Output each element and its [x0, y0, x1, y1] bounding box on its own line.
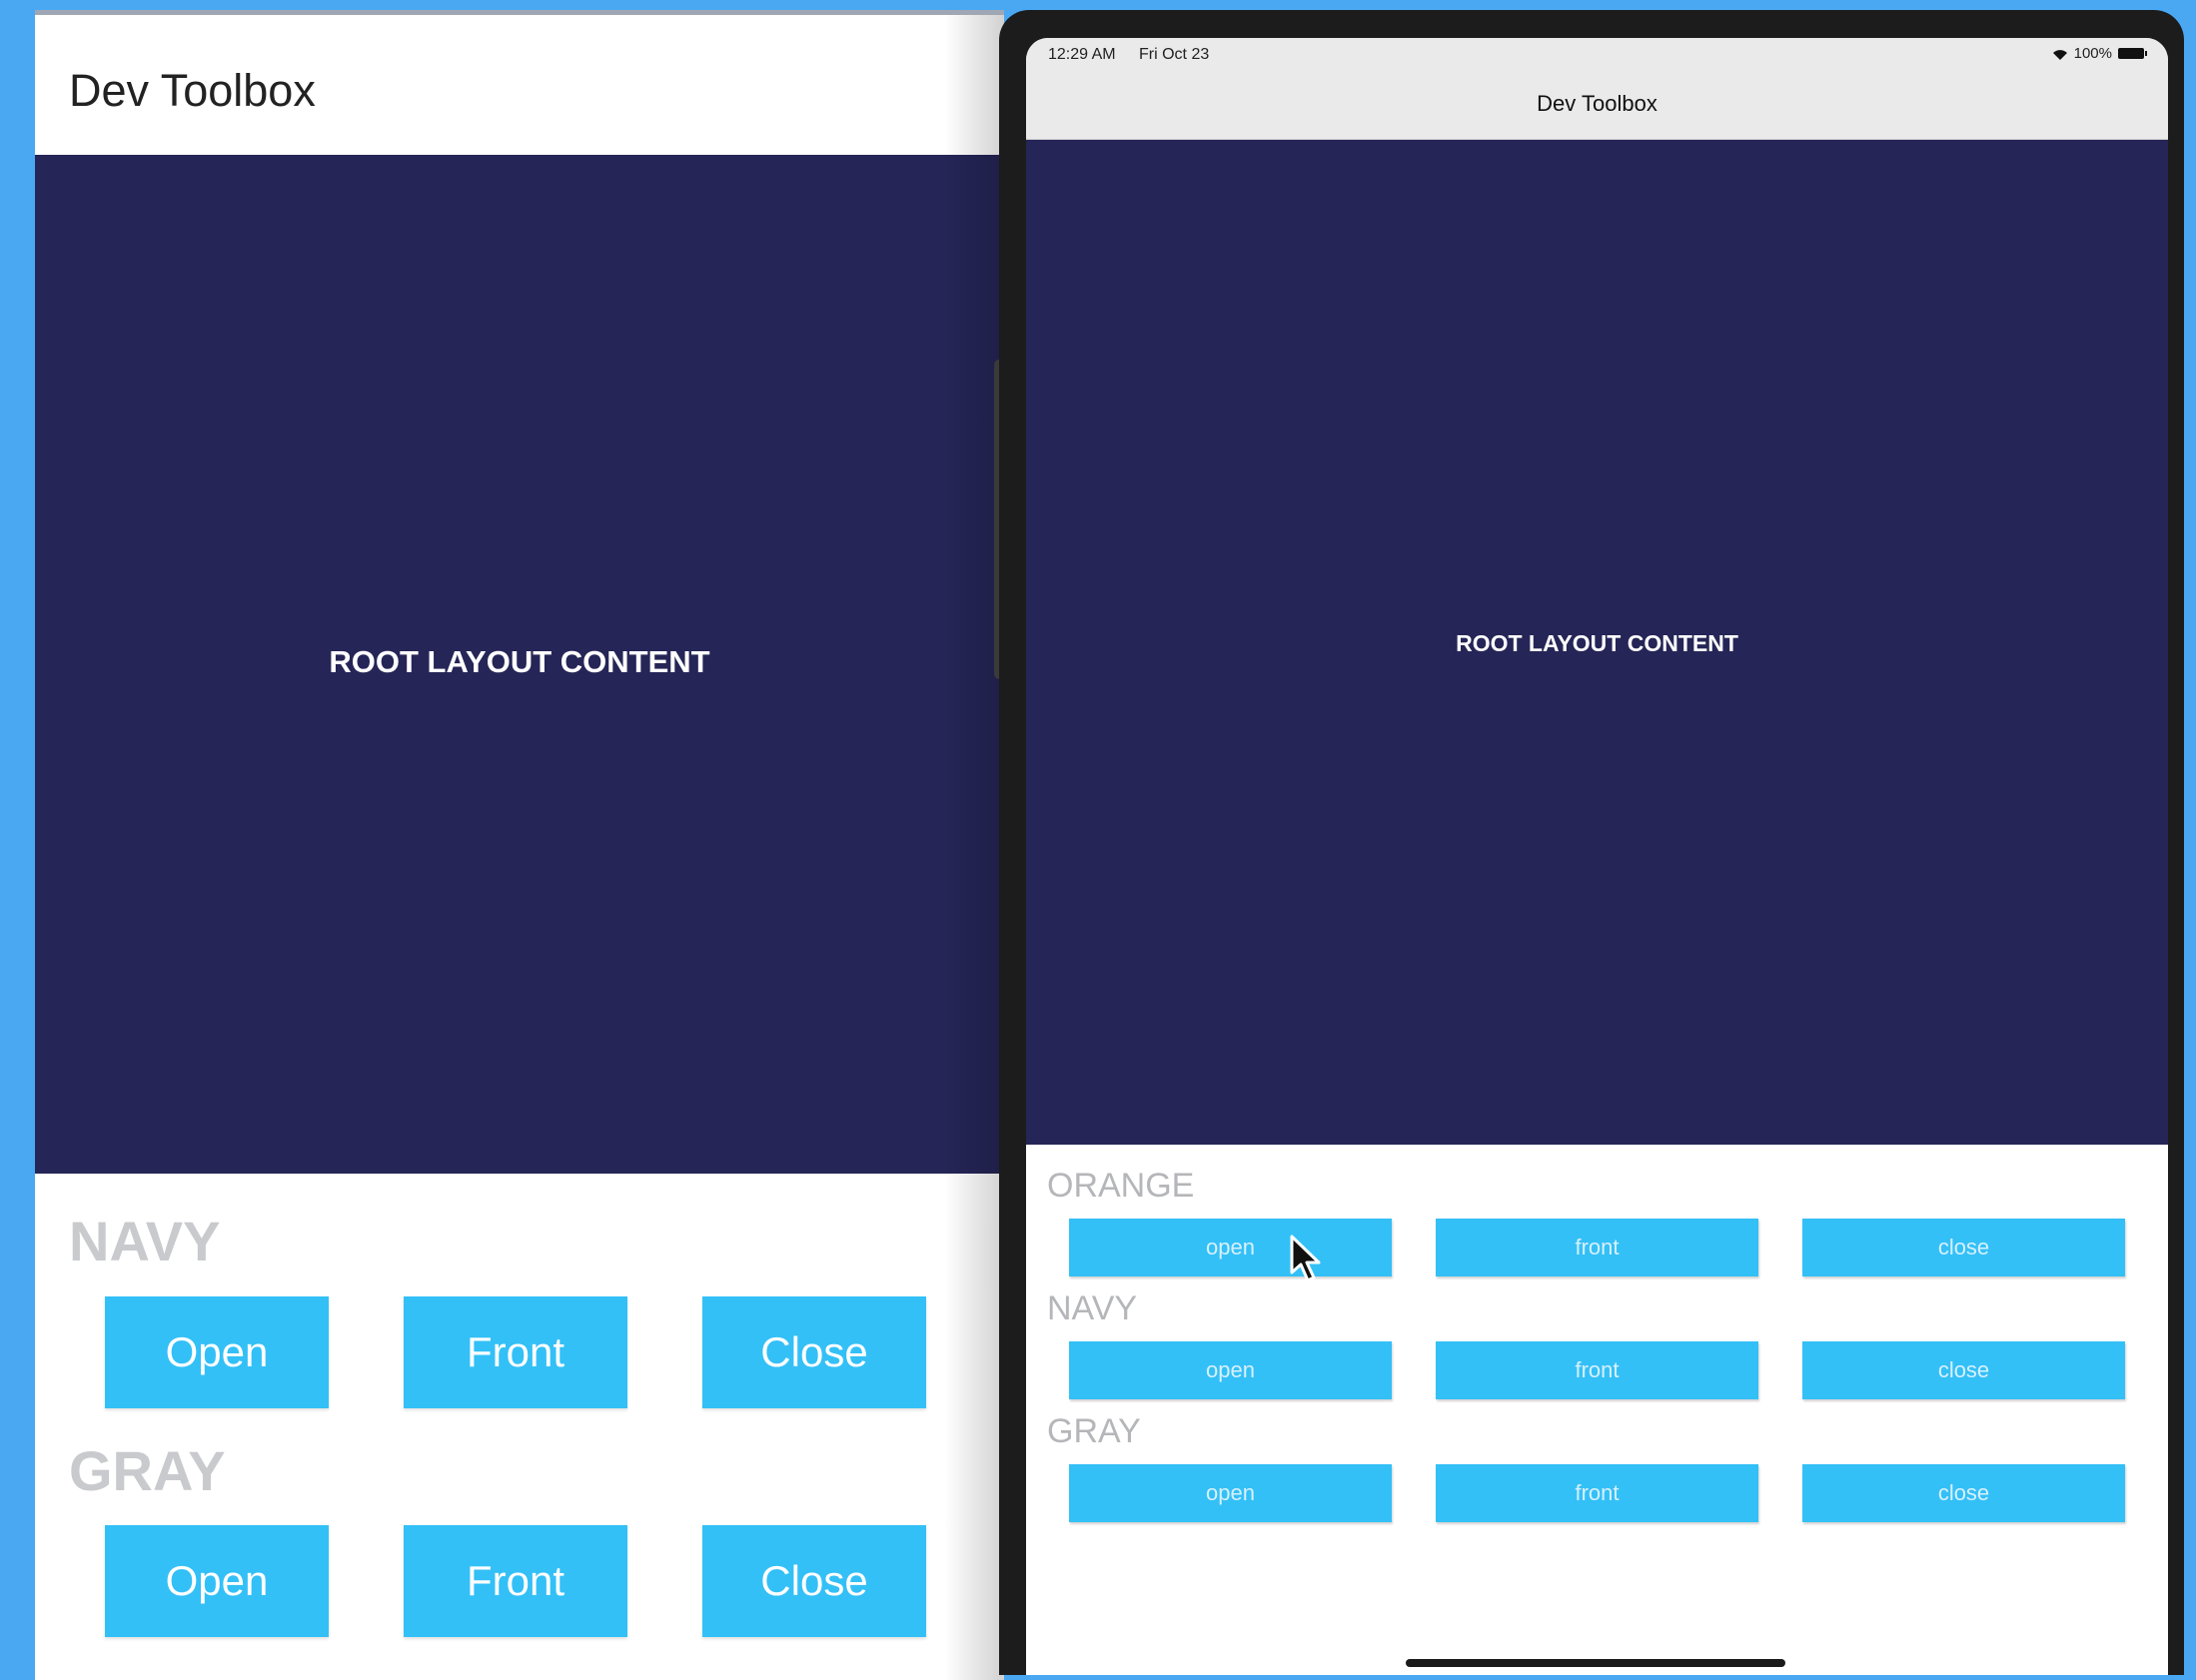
home-indicator[interactable]	[1406, 1659, 1785, 1667]
orange-open-button[interactable]: open	[1069, 1219, 1392, 1276]
gray-front-button[interactable]: front	[1436, 1464, 1758, 1522]
battery-icon	[2118, 48, 2147, 59]
section-title-navy: NAVY	[69, 1210, 221, 1272]
status-indicators: 100%	[2052, 45, 2147, 62]
gray-open-button[interactable]: open	[1069, 1464, 1392, 1522]
status-date: Fri Oct 23	[1139, 46, 1210, 63]
navy-front-button[interactable]: front	[1436, 1341, 1758, 1399]
gray-front-button[interactable]: Front	[404, 1525, 627, 1637]
nav-title: Dev Toolbox	[1537, 91, 1657, 116]
section-title-gray: GRAY	[1047, 1412, 1141, 1450]
root-layout-label: ROOT LAYOUT CONTENT	[1456, 630, 1738, 656]
app-bar: Dev Toolbox	[35, 15, 1004, 155]
cursor-icon	[1290, 1235, 1321, 1282]
navigation-bar: 12:29 AM Fri Oct 23 100% Dev Toolbox	[1026, 38, 2168, 140]
ipad-app-window: 12:29 AM Fri Oct 23 100% Dev Toolbox ROO…	[1026, 38, 2168, 1675]
orange-front-button[interactable]: front	[1436, 1219, 1758, 1276]
status-time: 12:29 AM	[1048, 46, 1116, 63]
gray-close-button[interactable]: close	[1802, 1464, 2125, 1522]
section-title-orange: ORANGE	[1047, 1167, 1195, 1205]
root-layout-label: ROOT LAYOUT CONTENT	[329, 644, 710, 679]
navy-open-button[interactable]: open	[1069, 1341, 1392, 1399]
app-title: Dev Toolbox	[69, 65, 316, 116]
orange-close-button[interactable]: close	[1802, 1219, 2125, 1276]
navy-close-button[interactable]: Close	[702, 1296, 926, 1408]
battery-percent: 100%	[2073, 45, 2112, 62]
gray-close-button[interactable]: Close	[702, 1525, 926, 1637]
android-app-window: Dev Toolbox ROOT LAYOUT CONTENT NAVY Ope…	[35, 10, 1004, 1680]
navy-close-button[interactable]: close	[1802, 1341, 2125, 1399]
navy-open-button[interactable]: Open	[105, 1296, 329, 1408]
section-title-navy: NAVY	[1047, 1289, 1138, 1327]
root-layout-content: ROOT LAYOUT CONTENT	[35, 155, 1004, 1174]
wifi-icon	[2052, 48, 2068, 60]
root-layout-content: ROOT LAYOUT CONTENT	[1026, 140, 2168, 1145]
section-title-gray: GRAY	[69, 1439, 226, 1502]
navy-front-button[interactable]: Front	[404, 1296, 627, 1408]
gray-open-button[interactable]: Open	[105, 1525, 329, 1637]
